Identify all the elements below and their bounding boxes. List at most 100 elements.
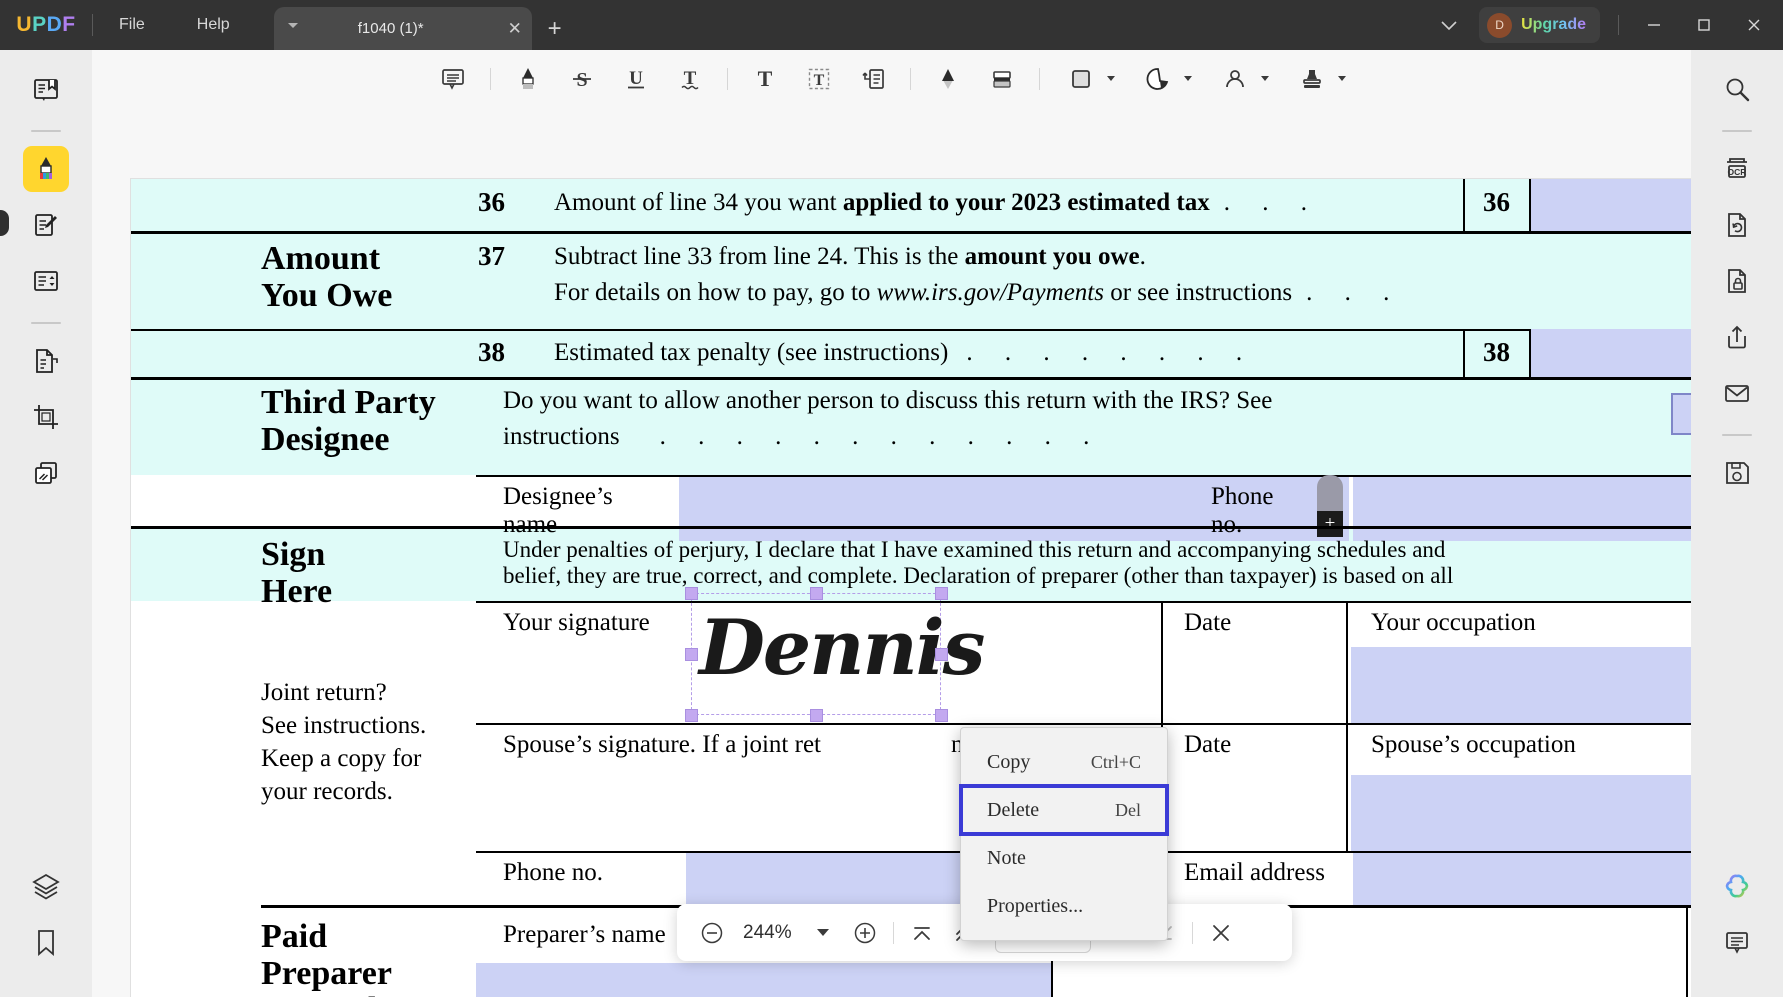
sidebar-toggle-knob[interactable] [0,210,9,236]
right-sidebar: OCR [1691,50,1783,997]
svg-text:T: T [683,68,696,89]
chevron-down-icon[interactable] [287,23,298,28]
designee-yes-checkbox[interactable] [1671,393,1691,435]
sidebar-item-organize-pages[interactable] [23,258,69,304]
svg-text:OCR: OCR [1728,167,1747,177]
sidebar-item-layers[interactable] [23,863,69,909]
sidebar-item-share[interactable] [1714,314,1760,360]
upgrade-button[interactable]: D Upgrade [1479,7,1600,43]
preparer-name-field[interactable] [476,963,1051,997]
person-signature-icon-wrap[interactable] [1214,59,1256,99]
stamp-button[interactable] [1285,59,1354,99]
maximize-icon[interactable] [1679,0,1729,50]
sidebar-item-reader-mode[interactable] [23,66,69,112]
close-icon[interactable]: ✕ [498,19,532,39]
menu-help[interactable]: Help [171,0,256,50]
resize-handle-tc[interactable] [810,587,823,600]
signature-button[interactable] [1208,59,1277,99]
chevron-down-icon[interactable] [1106,76,1115,81]
strikethrough-button[interactable]: S [561,59,603,99]
chevron-down-icon[interactable] [816,929,829,936]
eraser-button[interactable] [981,59,1023,99]
line-38-field[interactable] [1531,329,1691,377]
context-menu-item-copy[interactable]: Copy Ctrl+C [961,738,1167,786]
third-party-text-2: instructions. . . . . . . . . . . . [503,423,1103,450]
sticky-note-button[interactable] [432,59,474,99]
sidebar-item-bookmarks[interactable] [23,919,69,965]
your-signature-label: Your signature [503,609,650,636]
sidebar-item-crop[interactable] [23,394,69,440]
squiggly-underline-icon: T [680,68,699,89]
first-page-button[interactable] [901,912,943,954]
resize-handle-br[interactable] [935,709,948,722]
close-icon [1212,924,1229,941]
zoom-dropdown-button[interactable] [802,912,844,954]
sidebar-item-save-as[interactable] [1714,450,1760,496]
your-occupation-field[interactable] [1351,647,1691,723]
plus-icon[interactable]: + [1317,511,1343,537]
resize-handle-tr[interactable] [935,587,948,600]
sidebar-item-search[interactable] [1714,66,1760,112]
context-menu-item-properties[interactable]: Properties... [961,882,1167,930]
spouse-occupation-field[interactable] [1351,775,1691,851]
highlight-button[interactable] [507,59,549,99]
date-label-2: Date [1184,731,1232,758]
context-menu-item-note[interactable]: Note [961,834,1167,882]
chevron-down-icon[interactable] [1337,76,1346,81]
resize-handle-bc[interactable] [810,709,823,722]
designee-phone-field[interactable] [1353,477,1691,541]
close-icon[interactable] [1729,0,1779,50]
sidebar-item-edit-pdf[interactable] [23,202,69,248]
page-viewport[interactable]: 36 Amount of line 34 you want applied to… [92,107,1691,997]
sidebar-item-comments[interactable] [1714,919,1760,965]
sidebar-item-protect[interactable] [1714,258,1760,304]
shapes-button[interactable] [1054,59,1123,99]
sidebar-item-convert[interactable] [1714,202,1760,248]
email-address-field[interactable] [1353,853,1691,905]
chevron-down-icon[interactable] [1260,76,1269,81]
sidebar-item-compare[interactable] [23,450,69,496]
context-menu-label: Delete [987,798,1040,821]
resize-handle-bl[interactable] [685,709,698,722]
toolbar-divider-1 [489,67,491,90]
square-shape-icon-wrap[interactable] [1060,59,1102,99]
underline-button[interactable]: U [615,59,657,99]
context-menu-shortcut: Del [1115,799,1141,820]
line-36-field[interactable] [1531,179,1691,231]
zoom-out-button[interactable] [691,912,733,954]
sidebar-item-ocr[interactable]: OCR [1714,146,1760,192]
context-menu-item-delete[interactable]: Delete Del [959,784,1169,836]
sidebar-item-convert[interactable] [23,338,69,384]
context-menu[interactable]: Copy Ctrl+C Delete Del Note Properties..… [959,727,1169,941]
close-pager-button[interactable] [1200,912,1242,954]
squiggly-underline-button[interactable]: T [669,59,711,99]
resize-handle-ml[interactable] [685,648,698,661]
chevron-down-icon[interactable] [1183,76,1192,81]
line-38-box-number: 38 [1483,337,1510,367]
text-button[interactable]: T [744,59,786,99]
pdf-page[interactable]: 36 Amount of line 34 you want applied to… [131,179,1691,997]
sidebar-item-email[interactable] [1714,370,1760,416]
menu-file[interactable]: File [93,0,171,50]
sidebar-item-annotate[interactable] [23,146,69,192]
text-icon: T [757,66,772,91]
sticker-icon-wrap[interactable] [1137,59,1179,99]
text-box-button[interactable]: T [798,59,840,99]
document-tab[interactable]: f1040 (1)* ✕ [273,7,532,50]
zoom-in-button[interactable] [844,912,886,954]
stamp-icon-wrap[interactable] [1291,59,1333,99]
updf-window: UPDF File Help f1040 (1)* ✕ + D Upgrade [0,0,1783,997]
chevron-down-icon[interactable] [1427,0,1471,50]
sticker-button[interactable] [1131,59,1200,99]
resize-handle-tl[interactable] [685,587,698,600]
callout-button[interactable] [852,59,894,99]
titlebar-right: D Upgrade [1427,0,1783,50]
zoom-level[interactable]: 244% [733,922,802,944]
third-party-text: Do you want to allow another person to d… [503,387,1273,414]
sidebar-item-ai-assistant[interactable] [1714,863,1760,909]
resize-handle-mr[interactable] [935,648,948,661]
title-bar: UPDF File Help f1040 (1)* ✕ + D Upgrade [0,0,1783,50]
pencil-button[interactable] [927,59,969,99]
new-tab-button[interactable]: + [532,7,578,50]
minimize-icon[interactable] [1629,0,1679,50]
